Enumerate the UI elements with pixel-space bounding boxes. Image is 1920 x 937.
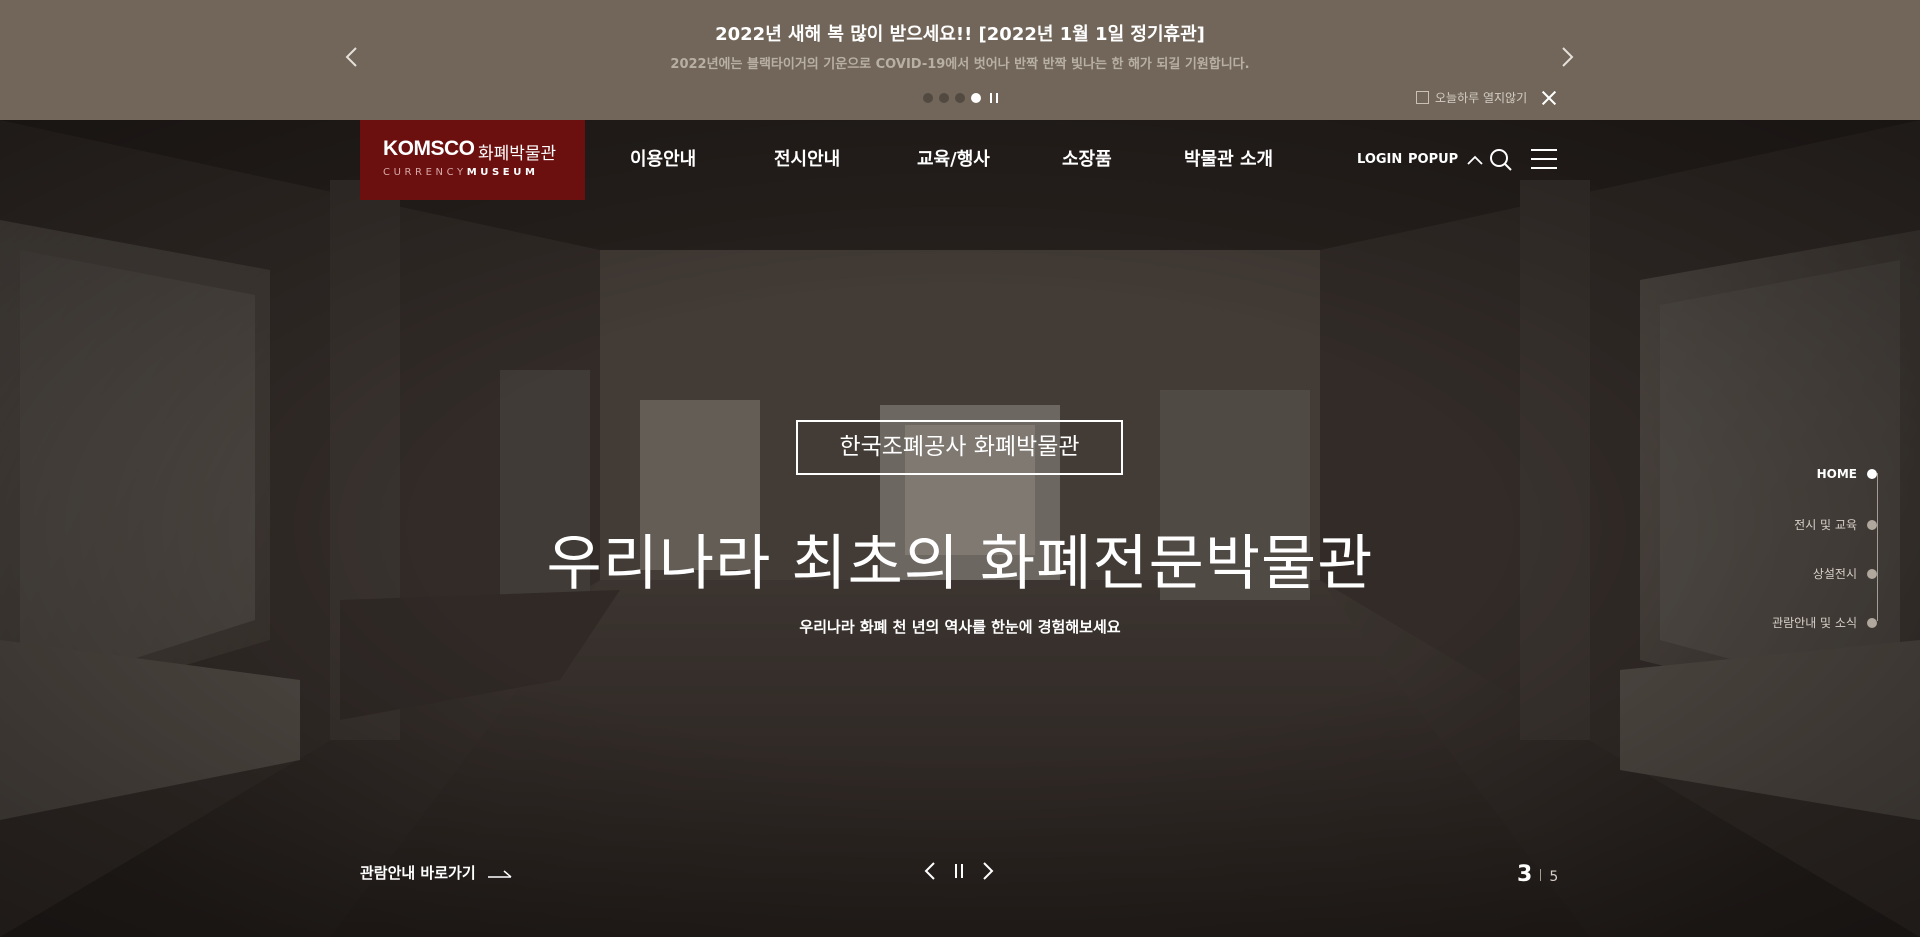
popup-dot-2[interactable]	[939, 93, 949, 103]
side-nav-label: 전시 및 교육	[1794, 518, 1857, 532]
visit-guide-link[interactable]: 관람안내 바로가기	[360, 862, 512, 883]
side-nav-label: 상설전시	[1812, 567, 1857, 581]
popup-dot-3[interactable]	[955, 93, 965, 103]
side-nav-permanent-exhibition[interactable]: 상설전시	[1813, 565, 1877, 582]
dismiss-today-label[interactable]: 오늘하루 열지않기	[1435, 89, 1527, 106]
side-nav-label: 관람안내 및 소식	[1772, 616, 1857, 630]
side-nav-line	[1877, 473, 1878, 621]
site-header: KOMSCO 화폐박물관 CURRENCYMUSEUM 이용안내 전시안내 교육…	[0, 120, 1920, 200]
popup-dot-1[interactable]	[923, 93, 933, 103]
nav-item-education[interactable]: 교육/행사	[917, 120, 990, 200]
popup-next-button[interactable]	[1557, 42, 1577, 72]
hero-prev-button[interactable]	[923, 860, 937, 886]
slide-counter: 3 5	[1517, 862, 1558, 887]
chevron-left-icon	[924, 862, 935, 880]
search-button[interactable]	[1489, 148, 1513, 176]
popup-subtitle: 2022년에는 블랙타이거의 기운으로 COVID-19에서 벗어나 반짝 반짝…	[670, 57, 1250, 72]
popup-dot-4[interactable]	[971, 93, 981, 103]
slide-current: 3	[1517, 862, 1533, 887]
slide-total: 5	[1549, 869, 1559, 885]
side-nav-home[interactable]: HOME	[1817, 467, 1877, 481]
visit-guide-label: 관람안내 바로가기	[360, 864, 476, 882]
popup-title: 2022년 새해 복 많이 받으세요!! [2022년 1월 1일 정기휴관]	[715, 24, 1205, 45]
side-nav-dot	[1867, 519, 1877, 530]
nav-item-about[interactable]: 박물관 소개	[1184, 120, 1273, 200]
popup-toggle[interactable]: POPUP	[1408, 120, 1483, 200]
search-icon	[1490, 149, 1512, 171]
hamburger-icon	[1531, 149, 1557, 169]
hero-pause-button[interactable]	[952, 860, 966, 886]
login-link[interactable]: LOGIN	[1357, 120, 1402, 200]
pause-icon[interactable]	[990, 93, 998, 103]
side-nav-visit-news[interactable]: 관람안내 및 소식	[1772, 614, 1877, 631]
side-nav-label: HOME	[1816, 467, 1857, 481]
hero-badge: 한국조폐공사 화폐박물관	[796, 420, 1123, 475]
all-menu-button[interactable]	[1531, 148, 1557, 174]
popup-pagination	[923, 93, 998, 103]
logo-brand: KOMSCO	[383, 137, 475, 160]
dismiss-today-checkbox[interactable]	[1416, 91, 1429, 104]
close-icon[interactable]	[1541, 90, 1557, 106]
chevron-right-icon	[1562, 47, 1574, 67]
nav-item-usage-guide[interactable]: 이용안내	[630, 120, 696, 200]
logo-name: 화폐박물관	[478, 144, 557, 164]
chevron-left-icon	[345, 47, 357, 67]
side-nav-dot	[1867, 469, 1877, 479]
side-nav-dot	[1867, 617, 1877, 628]
side-nav-exhibition-education[interactable]: 전시 및 교육	[1794, 516, 1877, 533]
chevron-right-icon	[983, 862, 994, 880]
popup-prev-button[interactable]	[342, 42, 362, 72]
arrow-right-icon	[487, 869, 512, 878]
side-nav-dot	[1867, 568, 1877, 579]
hero-title: 우리나라 최초의 화폐전문박물관	[546, 529, 1374, 599]
notice-popup-banner: 2022년 새해 복 많이 받으세요!! [2022년 1월 1일 정기휴관] …	[0, 0, 1920, 120]
nav-item-collection[interactable]: 소장품	[1062, 120, 1112, 200]
chevron-up-icon	[1467, 155, 1483, 165]
popup-dismiss-area: 오늘하루 열지않기	[1416, 89, 1557, 106]
logo-subtitle: CURRENCYMUSEUM	[383, 167, 539, 178]
site-logo[interactable]: KOMSCO 화폐박물관 CURRENCYMUSEUM	[360, 120, 585, 200]
nav-item-exhibition[interactable]: 전시안내	[774, 120, 840, 200]
popup-toggle-label: POPUP	[1408, 152, 1459, 167]
pause-icon	[955, 864, 963, 878]
slide-counter-divider	[1540, 869, 1542, 881]
hero-next-button[interactable]	[981, 860, 995, 886]
hero-subtitle: 우리나라 화폐 천 년의 역사를 한눈에 경험해보세요	[799, 618, 1121, 636]
